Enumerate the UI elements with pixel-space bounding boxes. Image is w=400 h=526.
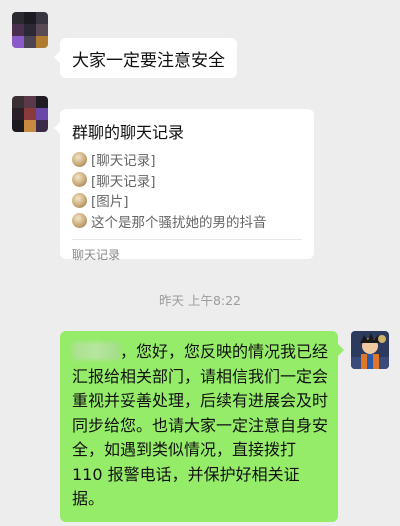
avatar-thumb-icon [72, 172, 87, 188]
card-line-text: [聊天记录] [91, 153, 156, 170]
avatar-thumb-icon [72, 151, 87, 167]
message-text: ，您好，您反映的情况我已经汇报给相关部门，请相信我们一定会重视并妥善处理，后续有… [72, 342, 329, 508]
card-line-text: [图片] [91, 194, 129, 211]
message-bubble[interactable]: 大家一定要注意安全 [54, 38, 237, 78]
sender-avatar[interactable] [12, 12, 48, 48]
card-line: [聊天记录] [72, 149, 302, 170]
message-timestamp: 昨天 上午8:22 [158, 293, 242, 308]
card-line: [图片] [72, 190, 302, 211]
anime-character-icon [351, 331, 389, 369]
self-avatar[interactable] [351, 331, 389, 369]
message-text: 大家一定要注意安全 [72, 50, 225, 71]
avatar-thumb-icon [72, 192, 87, 208]
card-footer: 聊天记录 [72, 248, 121, 262]
avatar-thumb-icon [72, 213, 87, 229]
card-line-text: 这个是那个骚扰她的男的抖音 [91, 214, 267, 231]
message-bubble-self[interactable]: ，您好，您反映的情况我已经汇报给相关部门，请相信我们一定会重视并妥善处理，后续有… [60, 331, 344, 522]
chat-record-card[interactable]: 群聊的聊天记录 [聊天记录] [聊天记录] [图片] 这个是那个骚扰她的男的抖音… [54, 109, 314, 262]
card-title: 群聊的聊天记录 [72, 123, 185, 142]
card-line: [聊天记录] [72, 170, 302, 191]
card-line-text: [聊天记录] [91, 173, 156, 190]
card-line: 这个是那个骚扰她的男的抖音 [72, 211, 302, 232]
redacted-name [72, 342, 120, 360]
card-divider [72, 239, 302, 240]
sender-avatar[interactable] [12, 96, 48, 132]
